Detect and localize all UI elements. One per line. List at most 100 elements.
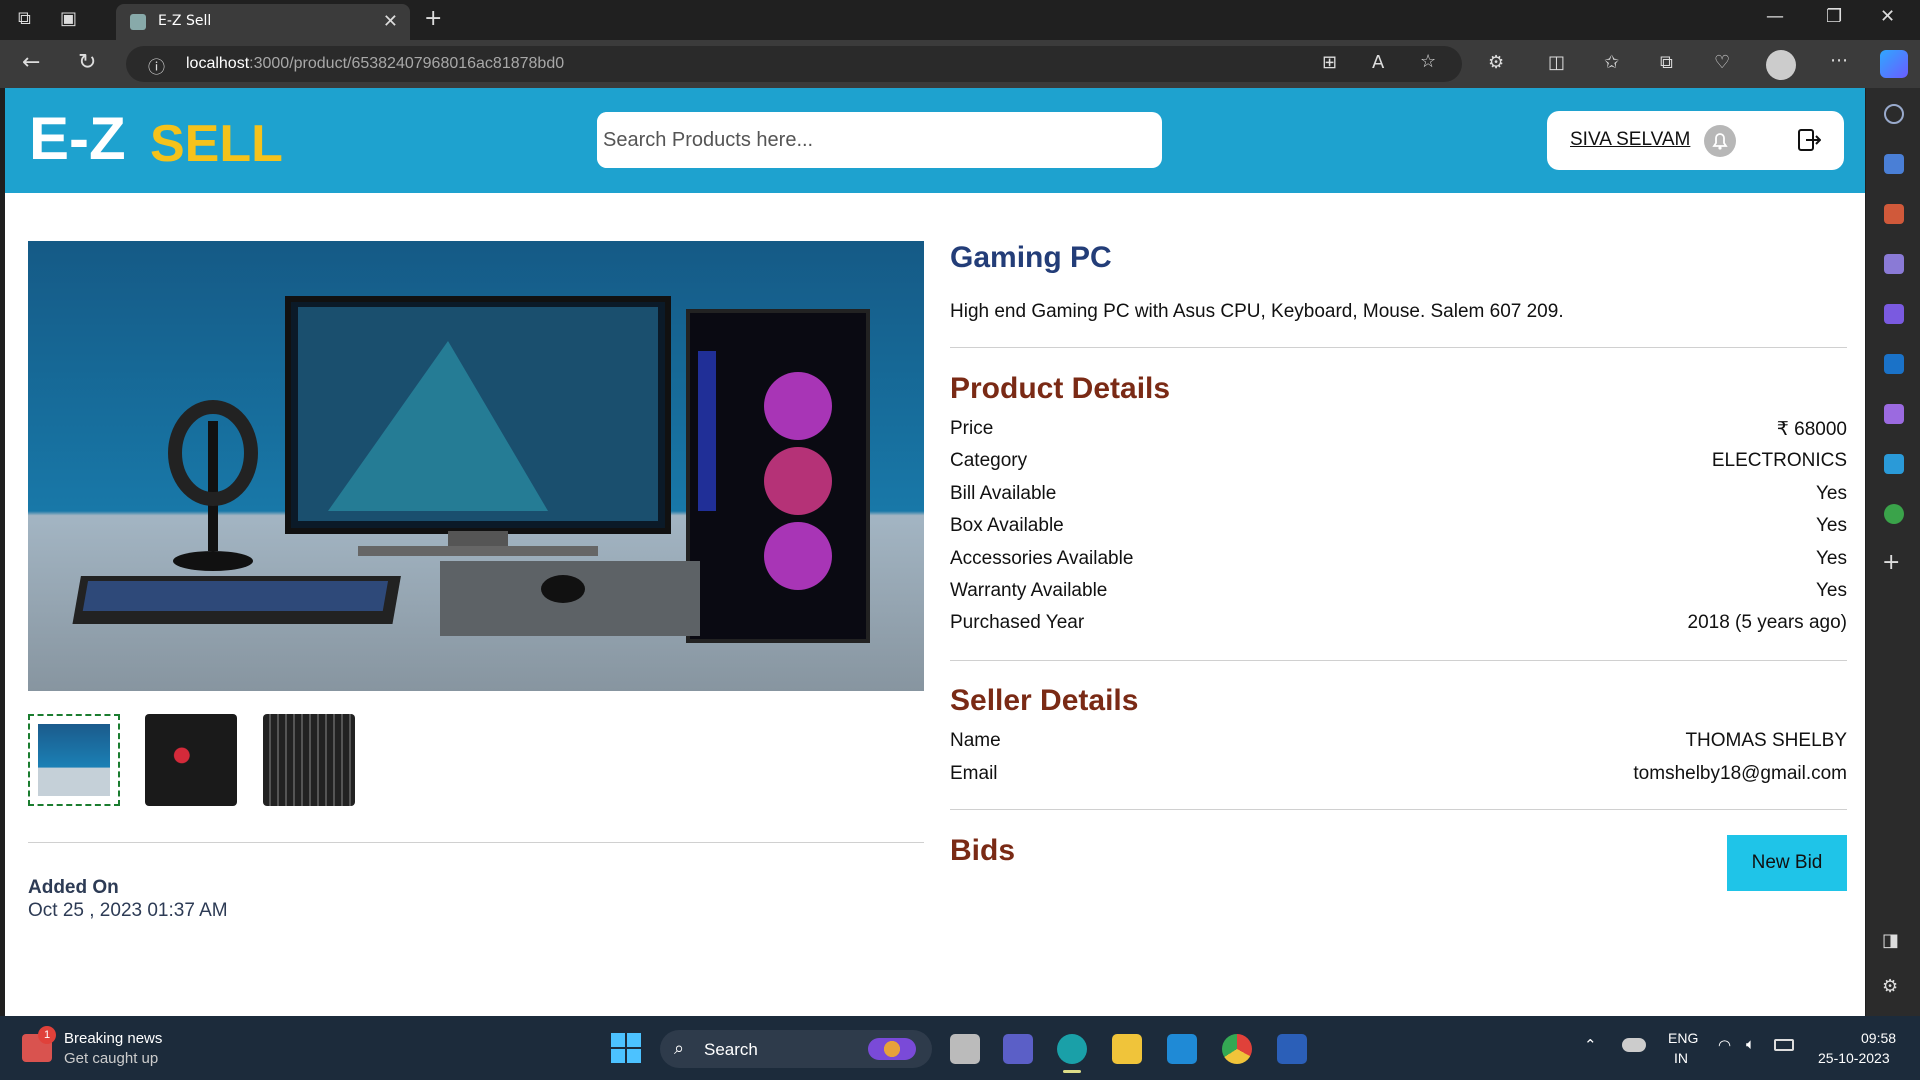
collections-icon[interactable]: ⧉	[1660, 52, 1673, 73]
seller-row-name: Name THOMAS SHELBY	[950, 730, 1847, 760]
file-explorer-icon[interactable]	[1112, 1034, 1142, 1064]
extensions-icon[interactable]: ⚙	[1488, 52, 1504, 73]
taskbar-search[interactable]: ⌕ Search	[660, 1030, 932, 1068]
gaming-setup-illustration	[72, 296, 870, 643]
detail-row-warranty: Warranty Available Yes	[950, 580, 1847, 610]
vscode-icon[interactable]	[1167, 1034, 1197, 1064]
thumbnail-2[interactable]	[145, 714, 237, 806]
bids-heading: Bids	[950, 834, 1016, 867]
sidebar-games-icon[interactable]	[1884, 254, 1904, 274]
sidebar-shopping-icon[interactable]	[1884, 154, 1904, 174]
back-icon[interactable]: ←	[22, 50, 40, 75]
more-menu-icon[interactable]: ⋯	[1830, 50, 1848, 71]
detail-label: Category	[950, 450, 1028, 471]
detail-label: Box Available	[950, 515, 1064, 536]
browser-tab[interactable]: E-Z Sell ✕	[116, 4, 410, 40]
address-bar-row: ← ↻ ⓘ localhost:3000/product/65382407968…	[0, 40, 1920, 88]
divider	[950, 347, 1847, 348]
refresh-icon[interactable]: ↻	[78, 50, 96, 75]
detail-label: Purchased Year	[950, 612, 1085, 633]
detail-label: Bill Available	[950, 483, 1057, 504]
new-tab-icon[interactable]: +	[424, 6, 442, 31]
sidebar-settings-icon[interactable]: ⚙	[1882, 976, 1898, 997]
sidebar-add-icon[interactable]: +	[1882, 550, 1900, 575]
sidebar-send-icon[interactable]	[1884, 454, 1904, 474]
tab-favicon-icon	[130, 14, 146, 30]
seller-label: Email	[950, 763, 998, 784]
show-hidden-icons[interactable]: ⌃	[1584, 1036, 1597, 1054]
workspaces-icon[interactable]: ⧉	[18, 8, 31, 29]
browser-essentials-icon[interactable]: ♡	[1714, 52, 1730, 73]
volume-icon[interactable]: 🔈︎	[1746, 1036, 1755, 1053]
clock-time[interactable]: 09:58	[1861, 1030, 1896, 1046]
detail-value: ₹ 68000	[1776, 419, 1847, 440]
detail-row-category: Category ELECTRONICS	[950, 450, 1847, 480]
product-main-image[interactable]	[28, 241, 924, 691]
thumbnail-3[interactable]	[263, 714, 355, 806]
close-window-icon[interactable]: ✕	[1880, 6, 1895, 27]
thumbnail-1[interactable]	[28, 714, 120, 806]
sidebar-hide-icon[interactable]: ◨	[1882, 930, 1899, 951]
windows-start-icon[interactable]	[610, 1032, 642, 1064]
news-title[interactable]: Breaking news	[64, 1030, 162, 1047]
favorites-icon[interactable]: ✩	[1604, 52, 1619, 73]
minimize-icon[interactable]: —	[1766, 6, 1784, 27]
chrome-icon[interactable]	[1222, 1034, 1252, 1064]
url-text[interactable]: localhost:3000/product/65382407968016ac8…	[186, 55, 564, 73]
detail-row-accessories: Accessories Available Yes	[950, 548, 1847, 578]
tab-actions-icon[interactable]: ▣	[60, 8, 77, 29]
language-top[interactable]: ENG	[1668, 1030, 1698, 1046]
edge-icon[interactable]	[1057, 1034, 1087, 1064]
browser-tab-bar: ⧉ ▣ E-Z Sell ✕ + — ❐ ✕	[0, 0, 1920, 40]
seller-details-heading: Seller Details	[950, 684, 1139, 717]
new-bid-button[interactable]: New Bid	[1727, 835, 1847, 891]
close-tab-icon[interactable]: ✕	[383, 11, 398, 32]
clock-date[interactable]: 25-10-2023	[1818, 1050, 1890, 1066]
profile-avatar[interactable]	[1766, 50, 1796, 80]
detail-row-bill: Bill Available Yes	[950, 483, 1847, 513]
favorite-star-icon[interactable]: ☆	[1420, 51, 1436, 72]
app-available-icon[interactable]: ⊞	[1322, 52, 1337, 73]
detail-label: Accessories Available	[950, 548, 1134, 569]
detail-row-box: Box Available Yes	[950, 515, 1847, 545]
detail-value: 2018 (5 years ago)	[1687, 612, 1848, 633]
added-on-label: Added On	[28, 877, 119, 898]
detail-row-price: Price ₹ 68000	[950, 418, 1847, 448]
search-input[interactable]	[597, 112, 1107, 168]
word-icon[interactable]	[1277, 1034, 1307, 1064]
sidebar-outlook-icon[interactable]	[1884, 354, 1904, 374]
sidebar-tools-icon[interactable]	[1884, 204, 1904, 224]
task-view-icon[interactable]	[950, 1034, 980, 1064]
logout-icon[interactable]	[1797, 128, 1821, 152]
taskbar-search-label: Search	[704, 1040, 758, 1059]
teams-icon[interactable]	[1003, 1034, 1033, 1064]
sidebar-designer-icon[interactable]	[1884, 404, 1904, 424]
language-bottom[interactable]: IN	[1674, 1050, 1688, 1066]
copilot-icon[interactable]	[1880, 50, 1908, 78]
user-panel: SIVA SELVAM	[1547, 111, 1844, 170]
site-info-icon[interactable]: ⓘ	[148, 53, 165, 78]
logo-secondary[interactable]: SELL	[150, 114, 283, 174]
notification-bell-icon[interactable]	[1704, 125, 1736, 157]
battery-icon[interactable]	[1774, 1039, 1794, 1051]
logo-primary[interactable]: E-Z	[29, 104, 126, 173]
split-screen-icon[interactable]: ◫	[1548, 52, 1565, 73]
detail-label: Warranty Available	[950, 580, 1108, 601]
detail-value: Yes	[1816, 515, 1847, 536]
detail-value: Yes	[1816, 580, 1847, 601]
address-bar[interactable]: ⓘ localhost:3000/product/65382407968016a…	[126, 46, 1462, 82]
news-subtitle[interactable]: Get caught up	[64, 1050, 158, 1067]
sidebar-office-icon[interactable]	[1884, 304, 1904, 324]
wifi-icon[interactable]: ◠	[1718, 1036, 1731, 1054]
divider	[950, 809, 1847, 810]
detail-value: ELECTRONICS	[1711, 450, 1847, 471]
user-name-link[interactable]: SIVA SELVAM	[1570, 129, 1690, 151]
added-on-value: Oct 25 , 2023 01:37 AM	[28, 900, 228, 921]
restore-icon[interactable]: ❐	[1826, 6, 1842, 27]
sidebar-search-icon[interactable]	[1884, 104, 1904, 124]
onedrive-icon[interactable]	[1622, 1038, 1646, 1052]
read-aloud-icon[interactable]: A	[1372, 52, 1384, 73]
site-header: E-Z SELL SIVA SELVAM	[5, 88, 1865, 193]
detail-label: Price	[950, 418, 994, 439]
sidebar-tree-icon[interactable]	[1884, 504, 1904, 524]
